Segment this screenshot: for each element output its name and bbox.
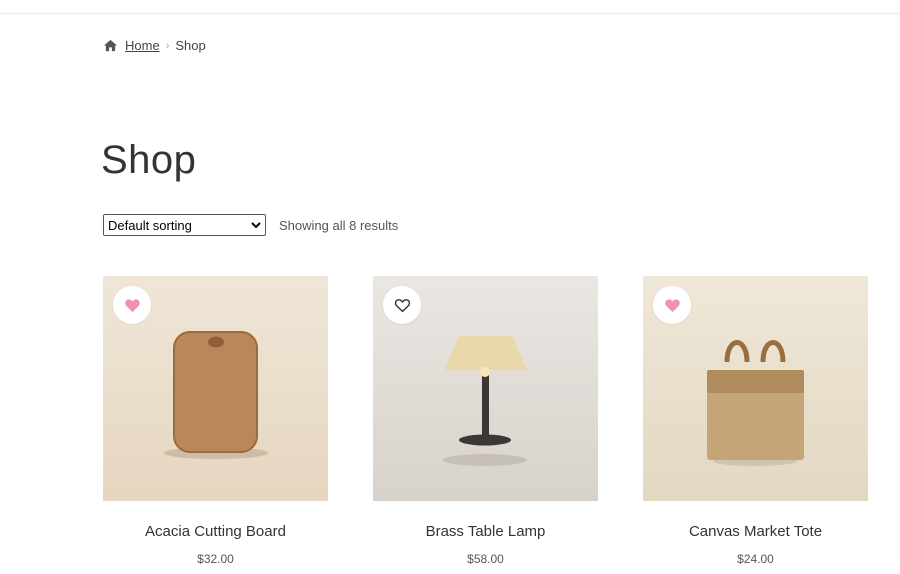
breadcrumb-home-link[interactable]: Home (125, 38, 160, 53)
product-image[interactable] (103, 276, 328, 501)
breadcrumb-current: Shop (175, 38, 206, 53)
product-price: $58.00 (467, 552, 504, 566)
product-price: $32.00 (197, 552, 234, 566)
product-image[interactable] (643, 276, 868, 501)
heart-outline-icon (394, 299, 410, 313)
product-name[interactable]: Acacia Cutting Board (103, 523, 328, 540)
shop-toolbar: Default sorting Showing all 8 results (103, 214, 398, 236)
wishlist-button[interactable] (383, 286, 421, 324)
wishlist-button[interactable] (653, 286, 691, 324)
page-title: Shop (101, 138, 197, 182)
sort-select[interactable]: Default sorting (103, 214, 266, 236)
product-price: $24.00 (737, 552, 774, 566)
product-name[interactable]: Brass Table Lamp (373, 523, 598, 540)
wishlist-button[interactable] (113, 286, 151, 324)
heart-filled-icon (124, 299, 140, 313)
product-image[interactable] (373, 276, 598, 501)
heart-filled-icon (664, 299, 680, 313)
result-count: Showing all 8 results (279, 217, 399, 233)
breadcrumb-separator: › (165, 39, 170, 52)
chevron-down-icon (251, 222, 261, 229)
home-icon (104, 39, 117, 52)
header-divider (0, 13, 900, 14)
product-name[interactable]: Canvas Market Tote (643, 523, 868, 540)
product-card[interactable]: Brass Table Lamp $58.00 (373, 276, 598, 566)
sort-select-value: Default sorting (108, 217, 192, 233)
product-card[interactable]: Canvas Market Tote $24.00 (643, 276, 868, 566)
product-card[interactable]: Acacia Cutting Board $32.00 (103, 276, 328, 566)
breadcrumb: Home › Shop (103, 38, 206, 53)
